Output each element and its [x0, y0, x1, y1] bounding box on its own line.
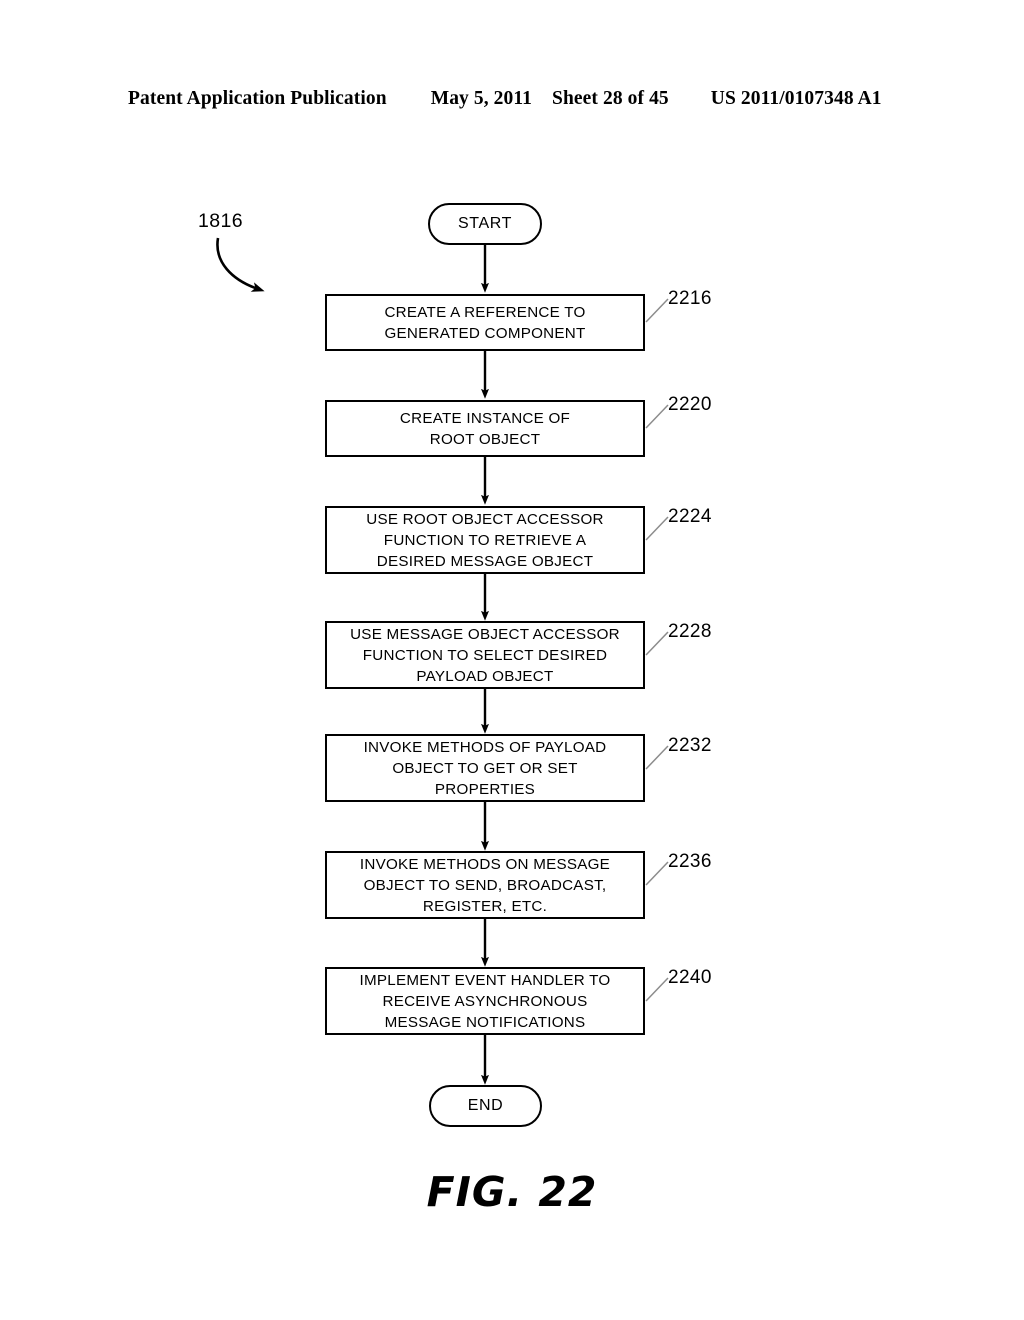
flow-step-2216-text: CREATE A REFERENCE TO GENERATED COMPONEN… [384, 303, 586, 342]
flowchart-figure: 1816 START CREATE A REFERENCE TO GENERAT… [0, 0, 1024, 1320]
leader-line-2220 [645, 404, 669, 429]
flow-step-2220-text: CREATE INSTANCE OF ROOT OBJECT [399, 409, 571, 448]
flow-step-2216: CREATE A REFERENCE TO GENERATED COMPONEN… [325, 294, 645, 351]
flow-step-2240-text: IMPLEMENT EVENT HANDLER TO RECEIVE ASYNC… [359, 971, 611, 1031]
flow-step-2232: INVOKE METHODS OF PAYLOAD OBJECT TO GET … [325, 734, 645, 802]
leader-line-2224 [645, 516, 669, 541]
flow-node-start: START [428, 203, 542, 245]
leader-line-2232 [645, 745, 669, 770]
leader-line-2228 [645, 631, 669, 656]
flow-step-2228-text: USE MESSAGE OBJECT ACCESSOR FUNCTION TO … [350, 625, 620, 685]
figure-caption: FIG. 22 [426, 1168, 598, 1216]
flow-node-start-label: START [458, 215, 512, 232]
flow-step-2228-reference-number: 2228 [668, 621, 712, 642]
leader-line-2216 [645, 298, 669, 323]
diagram-ref-leader-arrow [216, 237, 265, 292]
flow-step-2224-reference-number: 2224 [668, 506, 712, 527]
leader-line-2240 [645, 977, 669, 1002]
flow-step-2236: INVOKE METHODS ON MESSAGE OBJECT TO SEND… [325, 851, 645, 919]
flow-step-2220: CREATE INSTANCE OF ROOT OBJECT [325, 400, 645, 457]
leader-line-2236 [645, 861, 669, 886]
flow-step-2220-reference-number: 2220 [668, 394, 712, 415]
flow-step-2216-reference-number: 2216 [668, 288, 712, 309]
flow-step-2240-reference-number: 2240 [668, 967, 712, 988]
flow-step-2240: IMPLEMENT EVENT HANDLER TO RECEIVE ASYNC… [325, 967, 645, 1035]
flow-node-end: END [429, 1085, 542, 1127]
flow-step-2224-text: USE ROOT OBJECT ACCESSOR FUNCTION TO RET… [366, 510, 604, 570]
flow-node-end-label: END [467, 1097, 504, 1114]
flow-step-2236-reference-number: 2236 [668, 851, 712, 872]
flow-step-2228: USE MESSAGE OBJECT ACCESSOR FUNCTION TO … [325, 621, 645, 689]
flow-step-2224: USE ROOT OBJECT ACCESSOR FUNCTION TO RET… [325, 506, 645, 574]
flow-step-2232-text: INVOKE METHODS OF PAYLOAD OBJECT TO GET … [363, 738, 607, 798]
flow-step-2232-reference-number: 2232 [668, 735, 712, 756]
flow-step-2236-text: INVOKE METHODS ON MESSAGE OBJECT TO SEND… [359, 855, 611, 915]
diagram-reference-number: 1816 [198, 210, 243, 232]
